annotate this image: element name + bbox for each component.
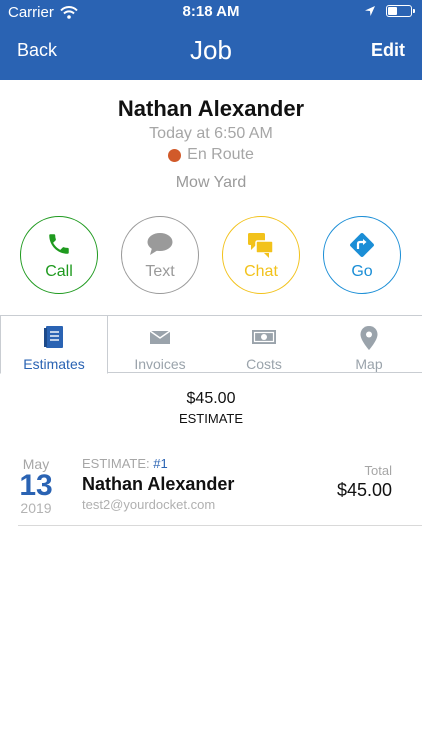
tab-map-label: Map <box>355 356 383 372</box>
estimate-total: Total $45.00 <box>337 463 392 501</box>
estimate-customer-name: Nathan Alexander <box>82 474 235 494</box>
job-status-label: En Route <box>187 146 254 163</box>
location-arrow-icon <box>365 6 375 16</box>
estimate-row[interactable]: May 13 2019 ESTIMATE: #1 Nathan Alexande… <box>18 450 422 526</box>
estimate-number: #1 <box>153 456 168 471</box>
customer-summary: Nathan Alexander Today at 6:50 AM En Rou… <box>0 96 422 192</box>
directions-icon <box>350 233 374 257</box>
status-right <box>364 5 415 17</box>
chat-button[interactable]: Chat <box>222 216 300 294</box>
document-icon <box>44 326 63 348</box>
appointment-time: Today at 6:50 AM <box>149 125 273 142</box>
text-label: Text <box>145 263 175 280</box>
estimate-customer-email: test2@yourdocket.com <box>82 497 216 512</box>
page-title: Job <box>190 35 232 65</box>
chat-bubbles-icon <box>248 233 274 258</box>
tab-estimates-label: Estimates <box>23 356 85 372</box>
chat-label: Chat <box>244 263 278 280</box>
total-label: Total <box>364 463 392 478</box>
estimate-summary: $45.00 ESTIMATE <box>0 390 422 426</box>
call-label: Call <box>45 263 73 280</box>
estimate-date: May 13 2019 <box>18 456 54 516</box>
navigation-bar: Back Job Edit <box>0 28 422 74</box>
job-status: En Route <box>0 146 422 164</box>
phone-icon <box>49 234 69 254</box>
status-bar: Carrier 8:18 AM <box>0 0 422 24</box>
call-button[interactable]: Call <box>20 216 98 294</box>
total-value: $45.00 <box>336 480 392 500</box>
go-button[interactable]: Go <box>323 216 401 294</box>
date-day: 13 <box>19 469 53 502</box>
map-pin-icon <box>360 326 378 350</box>
text-button[interactable]: Text <box>121 216 199 294</box>
header-bar: Carrier 8:18 AM Back Job Edit <box>0 0 422 80</box>
date-year: 2019 <box>20 500 52 516</box>
job-name: Mow Yard <box>175 174 247 191</box>
action-buttons: Call Text Chat Go <box>0 216 422 296</box>
summary-label: ESTIMATE <box>178 411 244 426</box>
battery-level <box>388 7 397 15</box>
estimate-label: ESTIMATE: <box>82 456 150 471</box>
tab-invoices-label: Invoices <box>134 356 186 372</box>
summary-amount: $45.00 <box>186 390 236 407</box>
tab-invoices[interactable]: Invoices <box>108 316 212 373</box>
envelope-icon <box>149 330 171 344</box>
tab-costs-label: Costs <box>246 356 282 372</box>
status-dot-icon <box>168 148 182 162</box>
tab-bar: Estimates Invoices Costs Map <box>0 315 422 374</box>
tab-costs[interactable]: Costs <box>212 316 316 373</box>
tab-map[interactable]: Map <box>316 316 422 373</box>
estimate-number-line: ESTIMATE: #1 <box>82 456 234 471</box>
clock: 8:18 AM <box>182 3 240 20</box>
tab-estimates[interactable]: Estimates <box>0 315 108 374</box>
money-icon <box>252 330 276 344</box>
edit-button[interactable]: Edit <box>371 40 405 61</box>
speech-bubble-icon <box>147 233 173 255</box>
estimate-info: ESTIMATE: #1 Nathan Alexander test2@your… <box>82 456 234 512</box>
go-label: Go <box>351 263 373 280</box>
battery-icon <box>386 5 415 17</box>
customer-name: Nathan Alexander <box>117 96 305 121</box>
